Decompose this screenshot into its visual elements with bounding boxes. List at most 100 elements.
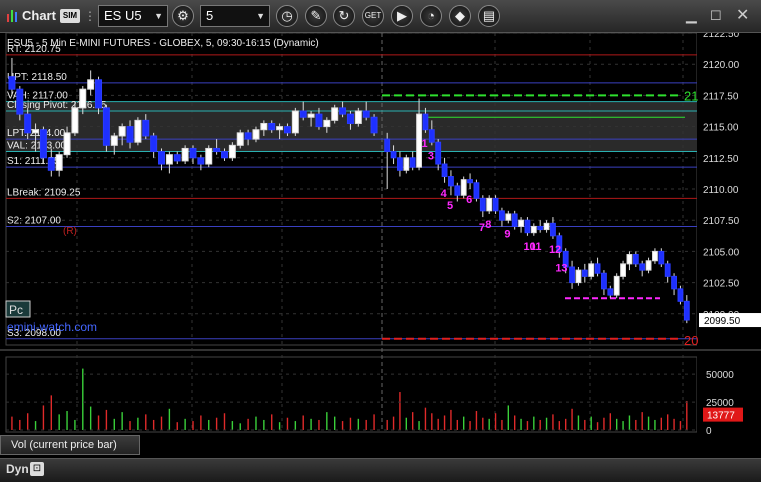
symbol-selector[interactable]: ES U5 ▼: [98, 5, 168, 27]
candle-body: [537, 225, 544, 231]
lock-icon[interactable]: ⊡: [30, 462, 44, 476]
candle-body: [71, 107, 79, 134]
refresh-icon[interactable]: ↻: [333, 5, 355, 27]
candle-body: [473, 182, 480, 199]
get-data-icon[interactable]: GET: [362, 5, 384, 27]
chevron-down-icon: ▼: [256, 11, 265, 21]
chart-icon: [4, 5, 20, 27]
candle-body: [189, 147, 197, 159]
volume-pane-label[interactable]: Vol (current price bar): [0, 435, 140, 455]
candle-body: [639, 263, 646, 271]
volume-panel: [5, 356, 698, 433]
note-icon[interactable]: ▤: [478, 5, 500, 27]
price-tick-label: 2120.00: [703, 60, 740, 71]
maximize-icon[interactable]: ☐: [710, 5, 728, 27]
candle-body: [479, 197, 486, 212]
draw-pen-icon[interactable]: ✎: [305, 5, 327, 27]
price-tick-label: 2122.50: [703, 33, 740, 40]
candle-body: [110, 135, 118, 146]
status-bar: Dyn ⊡: [0, 458, 761, 482]
candle-body: [165, 154, 173, 165]
count-marker: 6: [466, 194, 472, 206]
candle-body: [518, 219, 524, 227]
candle-body: [626, 254, 633, 265]
candle-body: [150, 135, 158, 153]
tag-icon[interactable]: ◆: [449, 5, 471, 27]
close-icon[interactable]: ✕: [736, 5, 754, 27]
r-marker: (R): [63, 226, 77, 237]
candle-body: [607, 288, 614, 296]
price-tick-label: 2112.50: [703, 154, 739, 165]
interval-value: 5: [206, 8, 214, 23]
candle-body: [315, 113, 323, 128]
candle-body: [118, 126, 126, 137]
candle-body: [213, 147, 221, 153]
candle-body: [47, 157, 55, 171]
candle-body: [299, 110, 307, 118]
candle-body: [323, 119, 331, 128]
target-label-lower: 20: [684, 333, 698, 348]
candle-body: [524, 219, 531, 234]
candle-body: [197, 157, 205, 165]
candle-body: [126, 126, 134, 143]
gauge-icon[interactable]: ◔: [420, 5, 442, 27]
candle-body: [158, 151, 166, 165]
candle-body: [658, 250, 665, 265]
candle-body: [683, 300, 690, 321]
candle-body: [55, 154, 63, 171]
candle-body: [370, 116, 378, 134]
candle-body: [677, 288, 684, 302]
candle-body: [291, 110, 299, 134]
symbol-value: ES U5: [104, 8, 142, 23]
candle-body: [95, 79, 103, 109]
price-chart[interactable]: 2122.50 2120.00 2117.50 2115.00 2112.50 2110.…: [0, 33, 761, 458]
candle-body: [530, 225, 537, 234]
level-label: S2: 2107.00: [7, 215, 61, 226]
candle-body: [620, 263, 626, 277]
current-volume-label: 13777: [707, 411, 735, 422]
candle-body: [307, 113, 315, 118]
candle-body: [613, 275, 620, 296]
candle-body: [24, 113, 32, 134]
candle-body: [575, 269, 582, 284]
link-icon[interactable]: ⋮: [84, 5, 96, 27]
candle-body: [422, 113, 429, 131]
price-tick-label: 2115.00: [703, 123, 739, 134]
candle-body: [79, 88, 87, 109]
clock-icon[interactable]: ◷: [276, 5, 298, 27]
candle-body: [486, 197, 493, 212]
candle-body: [492, 197, 499, 212]
candle-body: [32, 129, 40, 134]
candle-body: [252, 129, 260, 140]
candle-body: [441, 163, 448, 178]
target-label-upper: 21: [684, 88, 698, 103]
candle-body: [205, 147, 213, 165]
gear-icon[interactable]: ⚙: [172, 5, 194, 27]
minimize-icon[interactable]: ▁: [686, 5, 704, 27]
volume-tick-label: 0: [706, 426, 712, 437]
count-marker: 12: [549, 244, 561, 256]
play-icon[interactable]: ▶: [391, 5, 413, 27]
count-marker: 13: [555, 263, 567, 275]
candle-body: [454, 185, 461, 196]
interval-selector[interactable]: 5 ▼: [200, 5, 270, 27]
candle-body: [87, 79, 95, 90]
site-text: emini-watch.com: [7, 320, 97, 334]
candle-body: [435, 141, 442, 165]
candle-body: [220, 151, 228, 159]
candle-body: [499, 210, 505, 221]
level-label: VAL: 2113.00: [7, 141, 67, 152]
candle-body: [652, 250, 658, 262]
sim-badge: SIM: [60, 9, 80, 23]
candle-body: [236, 132, 244, 146]
candle-body: [339, 107, 347, 115]
current-price-label: 2099.50: [704, 316, 741, 327]
candle-body: [331, 107, 339, 121]
candle-body: [581, 269, 588, 277]
candle-body: [448, 176, 454, 187]
candle-body: [588, 263, 595, 277]
count-marker: 8: [485, 219, 491, 231]
candle-body: [390, 151, 397, 159]
candle-body: [244, 132, 252, 140]
price-tick-label: 2110.00: [703, 185, 739, 196]
